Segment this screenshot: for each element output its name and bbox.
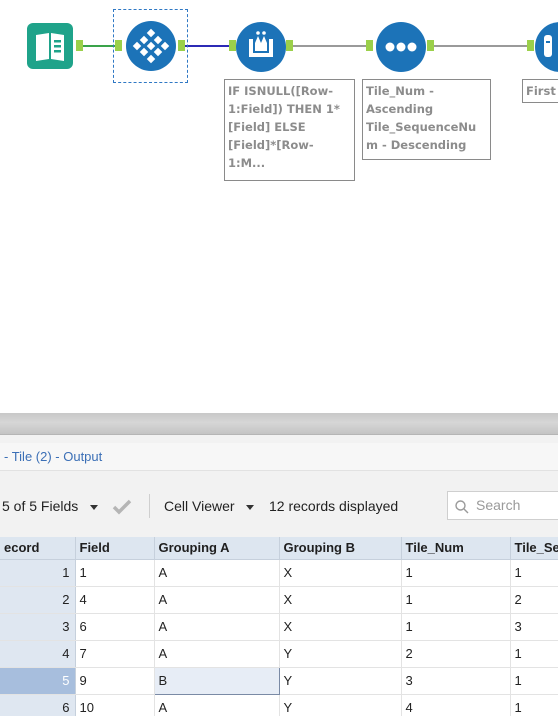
record-number[interactable]: 3: [0, 613, 76, 641]
table-cell[interactable]: A: [154, 559, 280, 587]
cell-viewer-label: Cell Viewer: [164, 498, 235, 514]
connector-formula-to-sort: [288, 45, 366, 47]
record-number[interactable]: 2: [0, 586, 76, 614]
output-anchor[interactable]: [76, 40, 83, 51]
table-cell[interactable]: 3: [401, 667, 511, 695]
chevron-down-icon: [246, 504, 255, 510]
table-cell[interactable]: X: [279, 559, 402, 587]
checkmark-icon: [112, 500, 132, 515]
column-header-tile-sequence[interactable]: Tile_Se: [510, 537, 558, 560]
table-cell[interactable]: A: [154, 613, 280, 641]
table-cell[interactable]: Y: [279, 640, 402, 668]
record-number[interactable]: 4: [0, 640, 76, 668]
annotation-line: [Field] ELSE: [228, 120, 306, 134]
annotation-line: Tile_SequenceNu: [366, 120, 477, 134]
search-placeholder: Search: [476, 497, 521, 513]
table-cell[interactable]: X: [279, 613, 402, 641]
table-row[interactable]: 4 7 A Y 2 1: [0, 640, 558, 668]
column-header-grouping-b[interactable]: Grouping B: [279, 537, 402, 560]
results-table: ecord Field Grouping A Grouping B Tile_N…: [0, 537, 558, 716]
cell-viewer-dropdown[interactable]: Cell Viewer: [164, 488, 255, 524]
results-toolbar: 5 of 5 Fields Cell Viewer 12 records dis…: [0, 488, 558, 524]
table-cell[interactable]: 1: [510, 559, 558, 587]
table-cell[interactable]: Y: [279, 667, 402, 695]
table-cell[interactable]: A: [154, 640, 280, 668]
table-cell-selected[interactable]: B: [153, 666, 280, 695]
table-cell[interactable]: 4: [401, 694, 511, 716]
table-cell[interactable]: 2: [510, 586, 558, 614]
annotation-line: First: [526, 84, 556, 98]
table-cell[interactable]: 10: [75, 694, 155, 716]
annotation-line: Ascending: [366, 102, 434, 116]
results-title: - Tile (2) - Output: [0, 443, 558, 471]
multi-row-formula-tool[interactable]: [235, 21, 287, 73]
table-cell[interactable]: 1: [510, 694, 558, 716]
workflow-canvas[interactable]: IF ISNULL([Row- 1:Field]) THEN 1* [Field…: [0, 0, 558, 413]
column-header-record[interactable]: ecord: [0, 537, 76, 560]
table-cell[interactable]: Y: [279, 694, 402, 716]
column-header-grouping-a[interactable]: Grouping A: [154, 537, 280, 560]
connector-tile-to-formula: [184, 45, 230, 47]
apply-button[interactable]: [112, 488, 132, 524]
output-anchor[interactable]: [427, 40, 434, 51]
input-data-tool[interactable]: [27, 23, 73, 69]
table-row[interactable]: 6 10 A Y 4 1: [0, 694, 558, 716]
table-row[interactable]: 3 6 A X 1 3: [0, 613, 558, 641]
sort-annotation: Tile_Num - Ascending Tile_SequenceNu m -…: [362, 79, 491, 160]
table-header-row: ecord Field Grouping A Grouping B Tile_N…: [0, 537, 558, 560]
diamond-grid-icon: [126, 21, 176, 71]
records-count: 12 records displayed: [269, 498, 399, 514]
table-cell[interactable]: 7: [75, 640, 155, 668]
table-cell[interactable]: A: [154, 694, 280, 716]
table-row[interactable]: 2 4 A X 1 2: [0, 586, 558, 614]
book-icon: [27, 23, 73, 69]
table-cell[interactable]: 2: [401, 640, 511, 668]
annotation-line: 1:Field]) THEN 1*: [228, 102, 340, 116]
search-icon: [455, 500, 469, 514]
sample-annotation: First: [522, 79, 558, 103]
annotation-line: 1:M...: [228, 156, 266, 170]
table-cell[interactable]: 3: [510, 613, 558, 641]
table-cell[interactable]: 1: [401, 586, 511, 614]
table-cell[interactable]: A: [154, 586, 280, 614]
connector-sort-to-sample: [428, 45, 528, 47]
tile-tool[interactable]: [113, 9, 188, 83]
table-cell[interactable]: 6: [75, 613, 155, 641]
table-cell[interactable]: 1: [510, 667, 558, 695]
table-cell[interactable]: 1: [401, 559, 511, 587]
tube-icon: [535, 22, 558, 72]
table-cell[interactable]: 1: [401, 613, 511, 641]
record-number[interactable]: 6: [0, 694, 76, 716]
annotation-line: m - Descending: [366, 138, 467, 152]
fields-label: 5 of 5 Fields: [2, 498, 79, 514]
input-anchor[interactable]: [527, 40, 534, 51]
table-cell[interactable]: 9: [75, 667, 155, 695]
formula-annotation: IF ISNULL([Row- 1:Field]) THEN 1* [Field…: [224, 79, 355, 181]
dots-icon: [376, 22, 426, 72]
chevron-down-icon: [90, 504, 99, 510]
sort-tool[interactable]: [375, 21, 427, 73]
input-anchor[interactable]: [366, 40, 373, 51]
column-header-field[interactable]: Field: [75, 537, 155, 560]
flask-icon: [236, 22, 286, 72]
panel-splitter[interactable]: [0, 413, 558, 435]
table-row-selected[interactable]: 5 9 B Y 3 1: [0, 666, 558, 695]
fields-dropdown[interactable]: 5 of 5 Fields: [2, 488, 99, 524]
annotation-line: IF ISNULL([Row-: [228, 84, 333, 98]
table-row[interactable]: 1 1 A X 1 1: [0, 559, 558, 587]
output-anchor[interactable]: [286, 40, 293, 51]
annotation-line: [Field]*[Row-: [228, 138, 314, 152]
table-cell[interactable]: 4: [75, 586, 155, 614]
annotation-line: Tile_Num -: [366, 84, 434, 98]
toolbar-divider: [149, 494, 150, 518]
search-input[interactable]: Search: [447, 491, 558, 520]
column-header-tile-num[interactable]: Tile_Num: [401, 537, 511, 560]
sample-tool[interactable]: [534, 21, 558, 73]
record-number[interactable]: 5: [0, 667, 76, 695]
table-cell[interactable]: 1: [510, 640, 558, 668]
table-cell[interactable]: 1: [75, 559, 155, 587]
table-cell[interactable]: X: [279, 586, 402, 614]
record-number[interactable]: 1: [0, 559, 76, 587]
